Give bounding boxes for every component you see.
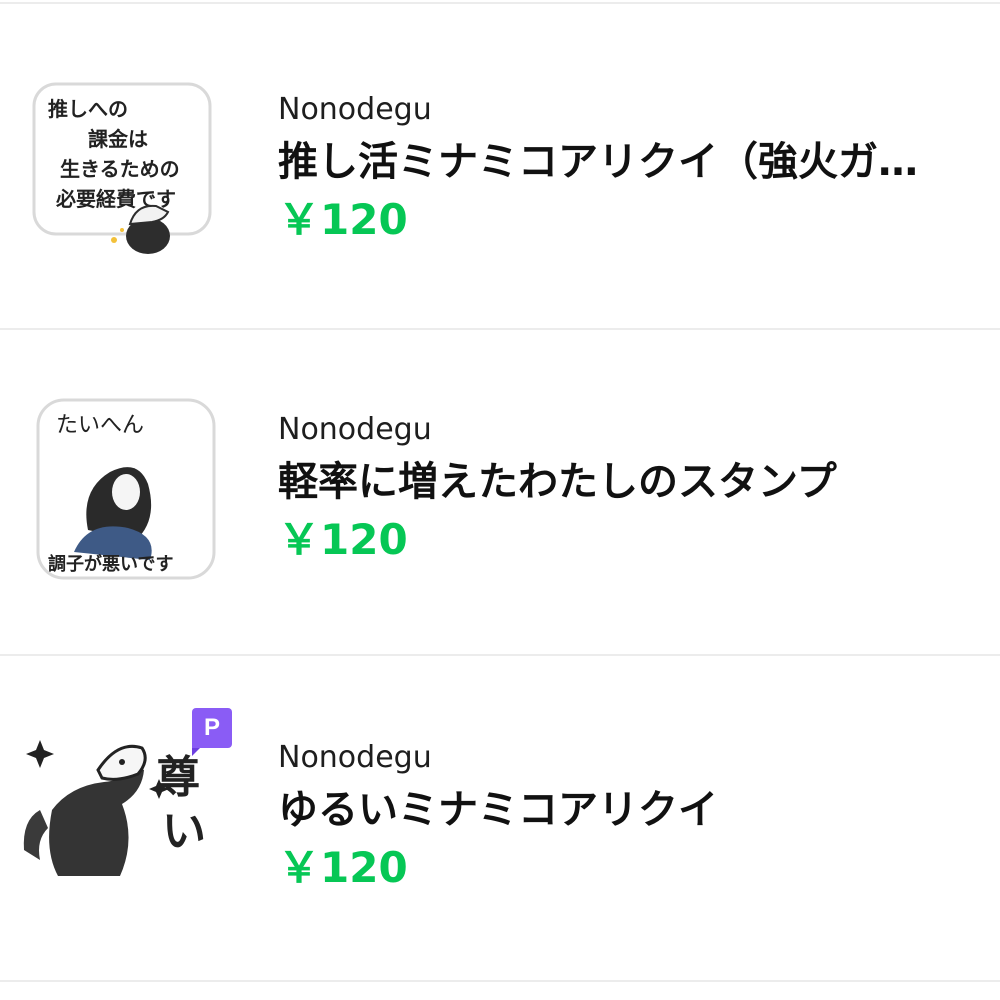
list-item[interactable]: たいへん 調子が悪いです Nonodegu 軽率に増えたわたしのスタンプ ￥12… bbox=[0, 330, 1000, 656]
sticker-title[interactable]: 推し活ミナミコアリクイ（強火ガ… bbox=[278, 134, 992, 190]
author-name[interactable]: Nonodegu bbox=[278, 90, 992, 130]
author-name[interactable]: Nonodegu bbox=[278, 410, 992, 450]
author-name[interactable]: Nonodegu bbox=[278, 738, 992, 778]
sticker-taihen-icon: たいへん 調子が悪いです bbox=[36, 398, 216, 580]
sticker-oshi-katsu-icon: 推しへの 課金は 生きるための 必要経費です bbox=[32, 82, 212, 254]
svg-text:課金は: 課金は bbox=[88, 127, 148, 151]
list-item[interactable]: 推しへの 課金は 生きるための 必要経費です Nonodegu 推し活ミナミコア… bbox=[0, 4, 1000, 330]
svg-text:生きるための: 生きるための bbox=[60, 157, 180, 181]
price: ￥120 bbox=[278, 843, 408, 892]
sticker-list: 推しへの 課金は 生きるための 必要経費です Nonodegu 推し活ミナミコア… bbox=[0, 0, 1000, 1000]
svg-text:調子が悪いです: 調子が悪いです bbox=[48, 553, 173, 575]
item-info: Nonodegu 軽率に増えたわたしのスタンプ ￥120 bbox=[278, 410, 992, 568]
svg-text:尊: 尊 bbox=[156, 752, 200, 803]
price: ￥120 bbox=[278, 195, 408, 244]
sticker-text-line: 推しへの bbox=[48, 97, 128, 121]
price: ￥120 bbox=[278, 515, 408, 564]
list-item[interactable]: 尊 い P Nonodegu ゆるいミナミコアリクイ ￥120 bbox=[0, 656, 1000, 982]
sticker-thumbnail[interactable]: 推しへの 課金は 生きるための 必要経費です bbox=[18, 54, 238, 274]
item-info: Nonodegu 推し活ミナミコアリクイ（強火ガ… ￥120 bbox=[278, 90, 992, 248]
item-info: Nonodegu ゆるいミナミコアリクイ ￥120 bbox=[278, 738, 992, 896]
premium-badge: P bbox=[192, 708, 232, 756]
sticker-thumbnail[interactable]: たいへん 調子が悪いです bbox=[18, 380, 238, 600]
sticker-title[interactable]: 軽率に増えたわたしのスタンプ bbox=[278, 454, 992, 510]
svg-text:い: い bbox=[162, 806, 206, 857]
svg-text:たいへん: たいへん bbox=[56, 413, 144, 438]
sticker-title[interactable]: ゆるいミナミコアリクイ bbox=[278, 782, 992, 838]
